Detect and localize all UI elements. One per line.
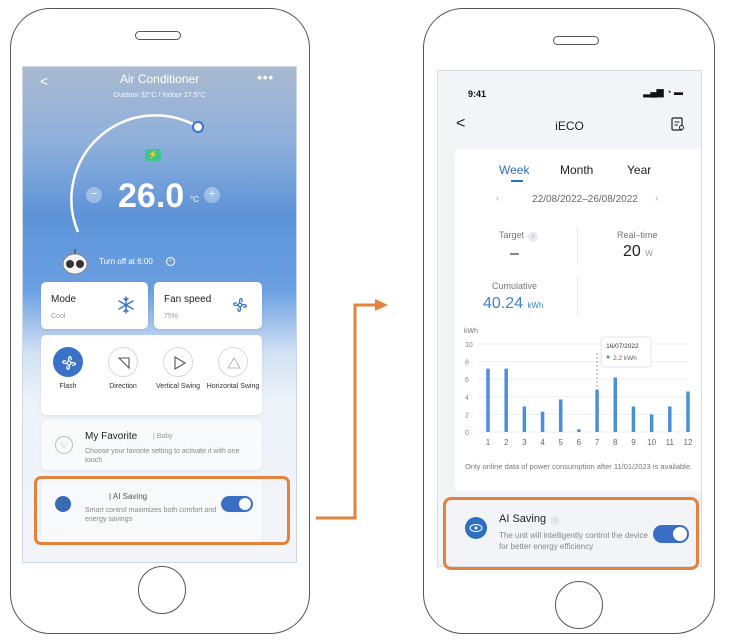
y-tick-label: 6	[465, 377, 469, 384]
right-home-button[interactable]	[555, 581, 603, 629]
x-tick-label: 8	[613, 438, 618, 447]
direction-control[interactable]: Direction	[96, 347, 150, 391]
mode-title: Mode	[51, 294, 77, 305]
energy-bar-chart: kWh02468101 2 3 4 5 6 7 8 9 10 11 1216/07/20222.2 k…	[464, 328, 693, 447]
bar	[522, 406, 527, 432]
timer-info-icon[interactable]: ›	[166, 257, 175, 266]
bar	[631, 406, 636, 432]
fan-icon	[233, 298, 247, 312]
increase-temp-button[interactable]: +	[204, 187, 220, 203]
robot-assistant-icon[interactable]	[61, 249, 89, 275]
x-tick-label: 3	[522, 438, 527, 447]
vertical-swing-icon	[163, 347, 193, 377]
timer-label[interactable]: Turn off at 6:00	[99, 257, 153, 266]
mode-card[interactable]: Mode Cool	[41, 282, 148, 329]
x-tick-label: 6	[577, 438, 582, 447]
tooltip-dot	[606, 355, 610, 359]
tooltip-box	[600, 336, 652, 368]
horizontal-swing-icon	[218, 347, 248, 377]
x-tick-label: 12	[684, 438, 693, 447]
mode-value: Cool	[51, 313, 66, 320]
data-availability-note: Only online data of power consumption af…	[465, 462, 693, 471]
flash-icon	[53, 347, 83, 377]
favorite-title: My Favorite	[85, 431, 138, 442]
fan-speed-value: 75%	[164, 313, 179, 320]
y-tick-label: 2	[465, 412, 469, 419]
x-tick-label: 11	[666, 438, 675, 447]
y-axis-unit: kWh	[464, 328, 478, 335]
direction-icon	[108, 347, 138, 377]
fan-speed-card[interactable]: Fan speed 75%	[154, 282, 262, 329]
x-tick-label: 10	[647, 438, 656, 447]
bar	[504, 368, 508, 432]
flash-label: Flash	[59, 383, 77, 390]
highlight-box-left	[34, 476, 290, 545]
vertical-swing-control[interactable]: Vertical Swing	[151, 347, 205, 391]
tooltip-date: 16/07/2022	[606, 343, 639, 350]
bar	[558, 399, 563, 432]
set-temperature: 26.0	[118, 177, 185, 215]
tooltip-value: 2.2 kWh	[613, 355, 637, 362]
bar	[649, 414, 654, 432]
flash-control[interactable]: Flash	[41, 347, 95, 391]
eco-badge: ⚡	[145, 149, 161, 161]
x-tick-label: 5	[559, 438, 564, 447]
highlight-box-right	[443, 497, 699, 570]
y-tick-label: 10	[465, 342, 473, 349]
favorite-tag: | Baby	[153, 433, 173, 440]
fan-speed-title: Fan speed	[164, 294, 212, 305]
bar	[613, 377, 618, 432]
y-tick-label: 0	[465, 430, 469, 437]
heart-icon: ♡	[55, 436, 73, 454]
bar	[540, 411, 545, 432]
snowflake-icon	[118, 296, 134, 314]
horizontal-swing-control[interactable]: Horizontal Swing	[206, 347, 260, 391]
temperature-unit: °C	[190, 195, 199, 204]
x-tick-label: 9	[631, 438, 636, 447]
bar	[668, 406, 672, 432]
left-home-button[interactable]	[138, 566, 186, 614]
x-tick-label: 1	[486, 438, 491, 447]
vertical-swing-label: Vertical Swing	[156, 383, 200, 390]
y-tick-label: 8	[465, 360, 469, 367]
right-speaker	[553, 36, 599, 45]
x-tick-label: 7	[595, 438, 600, 447]
bar	[486, 368, 490, 432]
swing-controls-card: Flash Direction Vertical Swing Horizonta…	[41, 335, 262, 415]
bar	[686, 391, 690, 432]
x-tick-label: 2	[504, 438, 509, 447]
decrease-temp-button[interactable]: −	[86, 187, 102, 203]
x-tick-label: 4	[540, 438, 545, 447]
horizontal-swing-label: Horizontal Swing	[206, 383, 260, 390]
direction-label: Direction	[109, 383, 137, 390]
my-favorite-card[interactable]: ♡ My Favorite | Baby Choose your favorit…	[41, 420, 262, 470]
left-speaker	[135, 31, 181, 40]
bar	[577, 429, 581, 432]
y-tick-label: 4	[465, 395, 469, 402]
ieco-screen: 9:41 ▂▄▆ ◔ ▬ < iECO Week Month Year ‹ 22…	[437, 70, 702, 567]
favorite-description: Choose your favorite setting to activate…	[85, 448, 240, 464]
